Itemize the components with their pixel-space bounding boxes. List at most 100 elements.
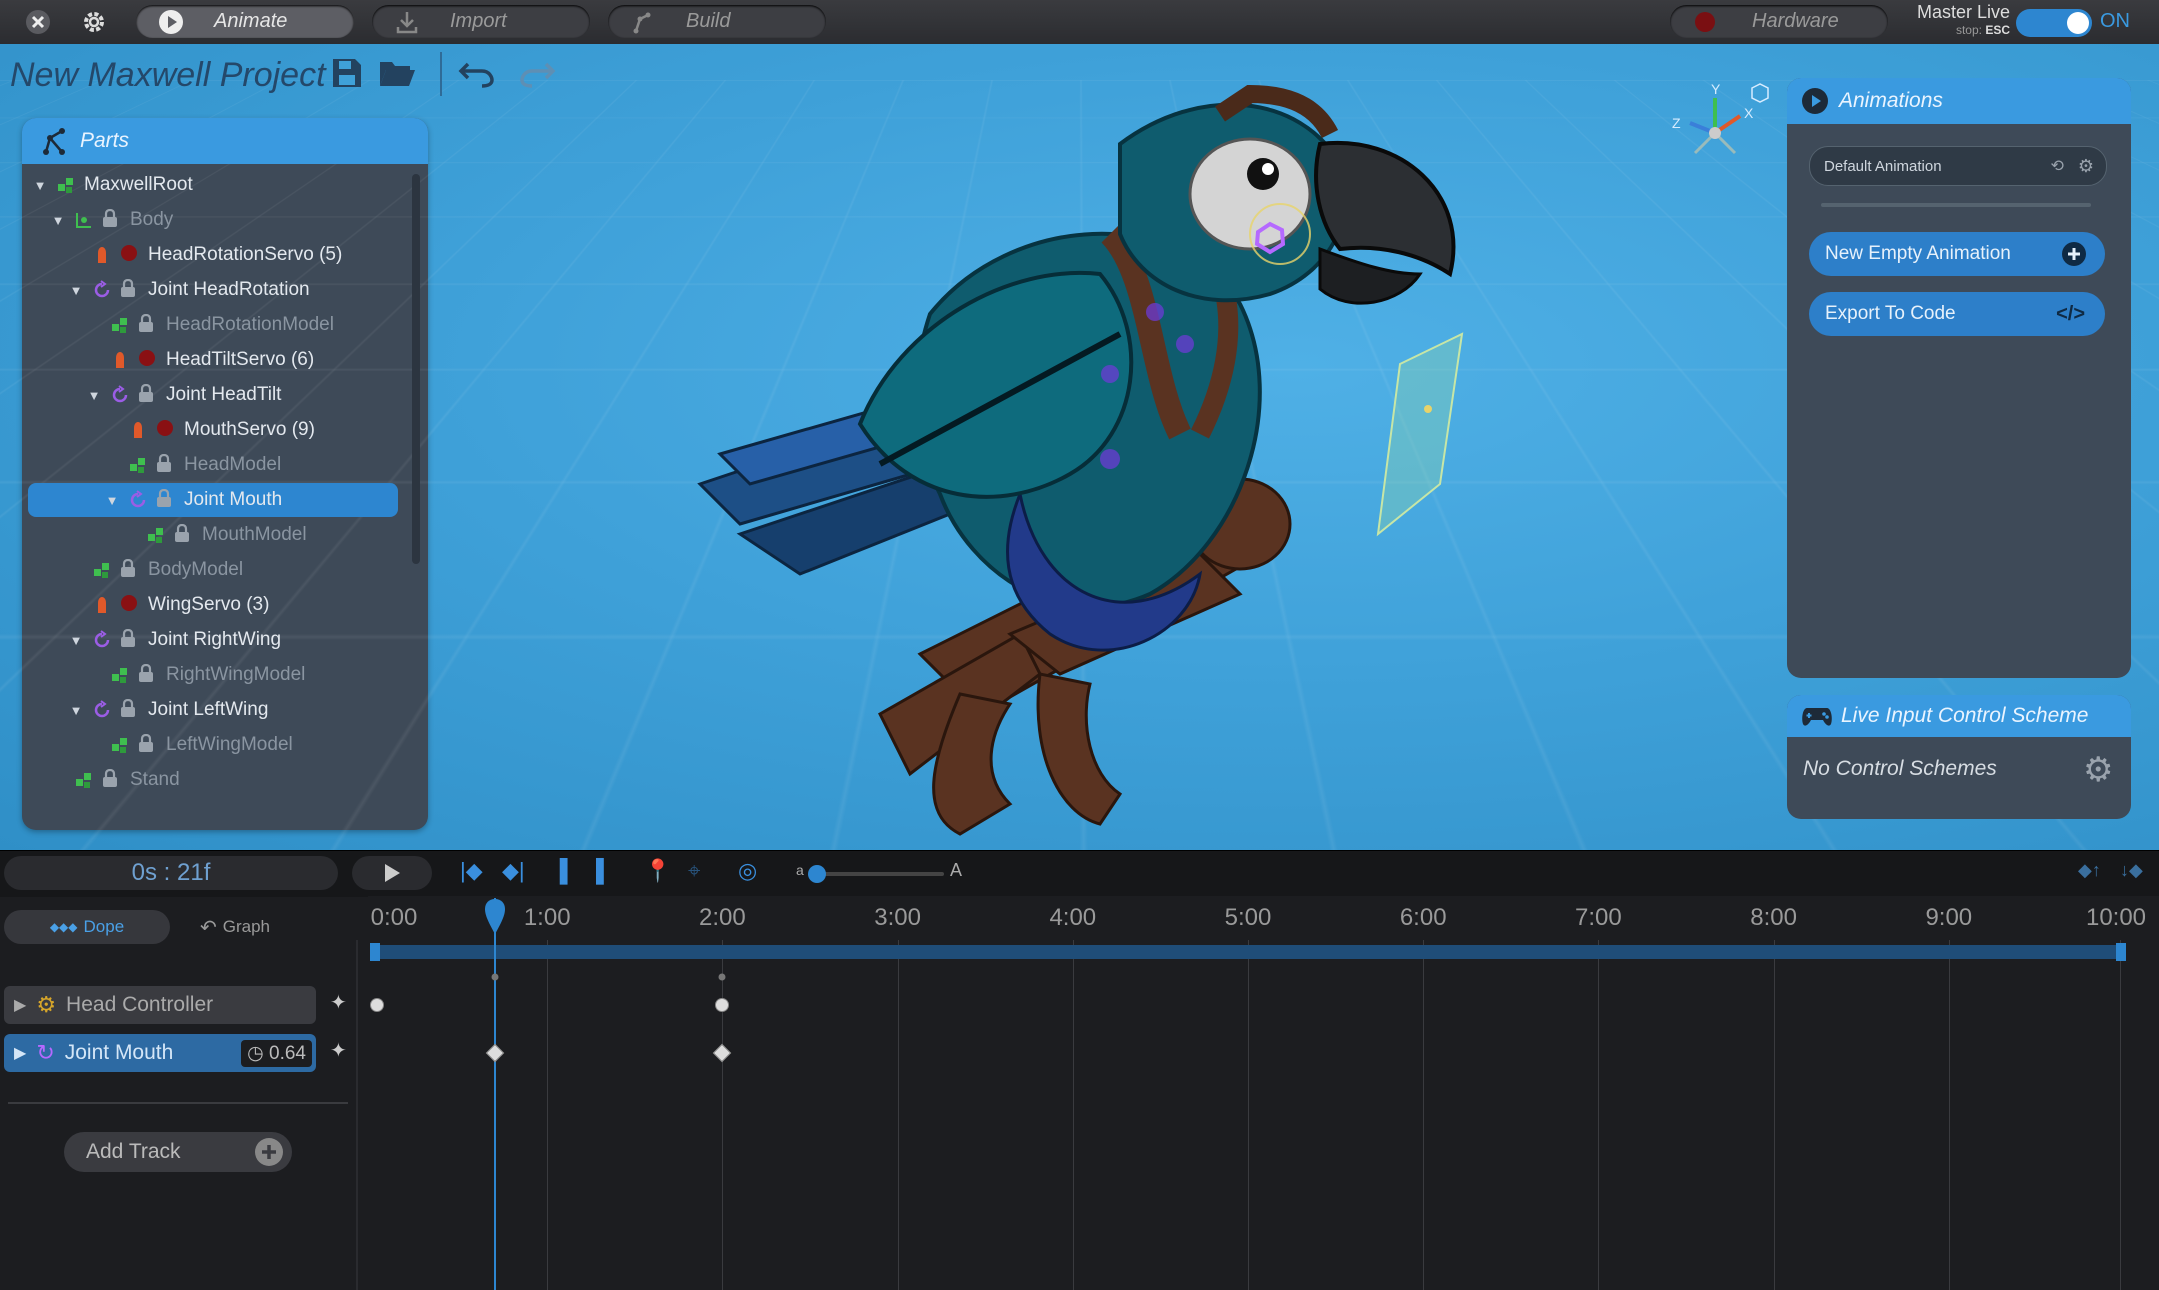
- expand-caret-icon[interactable]: ▼: [86, 388, 102, 403]
- servo-status-icon[interactable]: [138, 349, 155, 371]
- track-value[interactable]: ◷ 0.64: [241, 1039, 312, 1067]
- add-key-button[interactable]: ✦: [330, 1038, 347, 1063]
- tab-build[interactable]: Build: [608, 5, 826, 38]
- range-end-handle[interactable]: [2116, 943, 2126, 961]
- lock-icon[interactable]: [138, 313, 154, 336]
- tab-import[interactable]: Import: [372, 5, 590, 38]
- dope-view-tab[interactable]: ◆◆◆ Dope: [4, 910, 170, 944]
- lock-icon[interactable]: [102, 768, 118, 791]
- lock-icon[interactable]: [120, 558, 136, 581]
- tab-animate[interactable]: Animate: [136, 5, 354, 38]
- parts-tree-item[interactable]: MouthModel: [28, 518, 398, 552]
- playhead[interactable]: [484, 898, 505, 1290]
- lock-icon[interactable]: [138, 383, 154, 406]
- parts-tree-item[interactable]: MouthServo (9): [28, 413, 398, 447]
- expand-caret-icon[interactable]: ▼: [32, 178, 48, 193]
- summary-key-dot[interactable]: [718, 973, 726, 981]
- mouth-plane-gizmo[interactable]: [1370, 304, 1480, 554]
- servo-status-icon[interactable]: [120, 594, 137, 616]
- lock-icon[interactable]: [138, 733, 154, 756]
- expand-caret-icon[interactable]: ▼: [50, 213, 66, 228]
- settings-button[interactable]: [74, 4, 114, 40]
- lock-icon[interactable]: [120, 628, 136, 651]
- keyframe-head-controller[interactable]: [370, 998, 384, 1012]
- model-icon: [110, 665, 130, 685]
- snap-target-button[interactable]: ◎: [738, 858, 757, 884]
- zoom-slider-knob[interactable]: [808, 865, 826, 883]
- parts-tree-item[interactable]: Stand: [28, 763, 398, 797]
- parts-scrollbar[interactable]: [412, 174, 420, 564]
- parts-tree-item[interactable]: ▼ Joint HeadTilt: [28, 378, 398, 412]
- parts-tree-item[interactable]: BodyModel: [28, 553, 398, 587]
- lock-icon[interactable]: [102, 208, 118, 231]
- playback-range-bar[interactable]: [370, 943, 2126, 961]
- parts-tree-item[interactable]: ▼ Joint HeadRotation: [28, 273, 398, 307]
- lock-icon[interactable]: [138, 663, 154, 686]
- keyframe-head-controller[interactable]: [715, 998, 730, 1012]
- graph-view-tab[interactable]: ↶ Graph: [200, 910, 320, 944]
- expand-caret-icon[interactable]: ▼: [68, 283, 84, 298]
- hardware-button[interactable]: Hardware: [1670, 5, 1888, 38]
- set-end-button[interactable]: ▌: [596, 858, 612, 884]
- lock-icon[interactable]: [156, 453, 172, 476]
- joint-icon: [92, 280, 112, 300]
- undo-button[interactable]: [458, 56, 496, 99]
- new-empty-animation-button[interactable]: New Empty Animation: [1809, 232, 2105, 276]
- expand-caret-icon[interactable]: ▶: [14, 1043, 26, 1063]
- parts-tree-item[interactable]: LeftWingModel: [28, 728, 398, 762]
- close-button[interactable]: [18, 4, 58, 40]
- live-input-settings-button[interactable]: ⚙: [2083, 753, 2113, 787]
- expand-caret-icon[interactable]: ▶: [14, 995, 26, 1015]
- parts-tree-item[interactable]: RightWingModel: [28, 658, 398, 692]
- track-head-controller[interactable]: ▶ ⚙ Head Controller: [4, 986, 316, 1024]
- add-marker-button[interactable]: 📍: [644, 858, 671, 884]
- servo-status-icon[interactable]: [156, 419, 173, 441]
- export-to-code-button[interactable]: Export To Code </>: [1809, 292, 2105, 336]
- parts-tree-item[interactable]: ▼ Joint RightWing: [28, 623, 398, 657]
- lock-icon[interactable]: [120, 278, 136, 301]
- set-start-button[interactable]: ▐: [552, 858, 568, 884]
- redo-button[interactable]: [518, 56, 556, 99]
- ruler-gridline: [547, 940, 549, 1290]
- parts-tree-item[interactable]: ▼ Body: [28, 203, 398, 237]
- add-key-button[interactable]: ✦: [330, 990, 347, 1015]
- master-live-toggle[interactable]: [2016, 9, 2092, 37]
- current-time-display[interactable]: 0s : 21f: [4, 856, 338, 890]
- parts-tree-item[interactable]: WingServo (3): [28, 588, 398, 622]
- parts-tree-item[interactable]: HeadRotationModel: [28, 308, 398, 342]
- playhead-marker-icon[interactable]: [483, 898, 507, 936]
- add-track-button[interactable]: Add Track: [64, 1132, 292, 1172]
- play-button[interactable]: [352, 856, 432, 890]
- lock-icon[interactable]: [120, 698, 136, 721]
- expand-caret-icon[interactable]: ▼: [68, 703, 84, 718]
- expand-caret-icon[interactable]: ▼: [68, 633, 84, 648]
- axis-gizmo[interactable]: Y X Z: [1660, 78, 1770, 178]
- range-start-handle[interactable]: [370, 943, 380, 961]
- stop-hint: stop: ESC: [1914, 23, 2010, 37]
- parts-tree-item[interactable]: HeadTiltServo (6): [28, 343, 398, 377]
- zoom-slider[interactable]: [808, 865, 944, 883]
- save-button[interactable]: [330, 56, 364, 99]
- tangent-up-button[interactable]: ◆↑: [2078, 860, 2101, 881]
- lock-icon[interactable]: [174, 523, 190, 546]
- open-button[interactable]: [378, 56, 416, 99]
- summary-key-dot[interactable]: [491, 973, 499, 981]
- animation-select[interactable]: Default Animation ⟲ ⚙: [1809, 146, 2107, 186]
- remove-marker-button[interactable]: ⌖: [688, 858, 700, 884]
- parts-tree-item[interactable]: ▼ MaxwellRoot: [28, 168, 398, 202]
- parts-tree-item[interactable]: ▼ Joint LeftWing: [28, 693, 398, 727]
- expand-caret-icon[interactable]: ▼: [104, 493, 120, 508]
- project-title[interactable]: New Maxwell Project: [10, 56, 326, 95]
- next-keyframe-button[interactable]: ◆|: [502, 858, 525, 884]
- next-keyframe-icon: ◆|: [502, 858, 525, 883]
- prev-keyframe-button[interactable]: |◆: [460, 858, 483, 884]
- parts-tree-item[interactable]: HeadModel: [28, 448, 398, 482]
- parts-tree-item[interactable]: ▼ Joint Mouth: [28, 483, 398, 517]
- lock-icon[interactable]: [156, 488, 172, 511]
- rename-icon[interactable]: ⟲: [2050, 156, 2063, 176]
- gear-icon[interactable]: ⚙: [2078, 156, 2094, 177]
- tangent-down-button[interactable]: ↓◆: [2120, 860, 2143, 881]
- track-joint-mouth[interactable]: ▶ ↻ Joint Mouth ◷ 0.64: [4, 1034, 316, 1072]
- servo-status-icon[interactable]: [120, 244, 137, 266]
- parts-tree-item[interactable]: HeadRotationServo (5): [28, 238, 398, 272]
